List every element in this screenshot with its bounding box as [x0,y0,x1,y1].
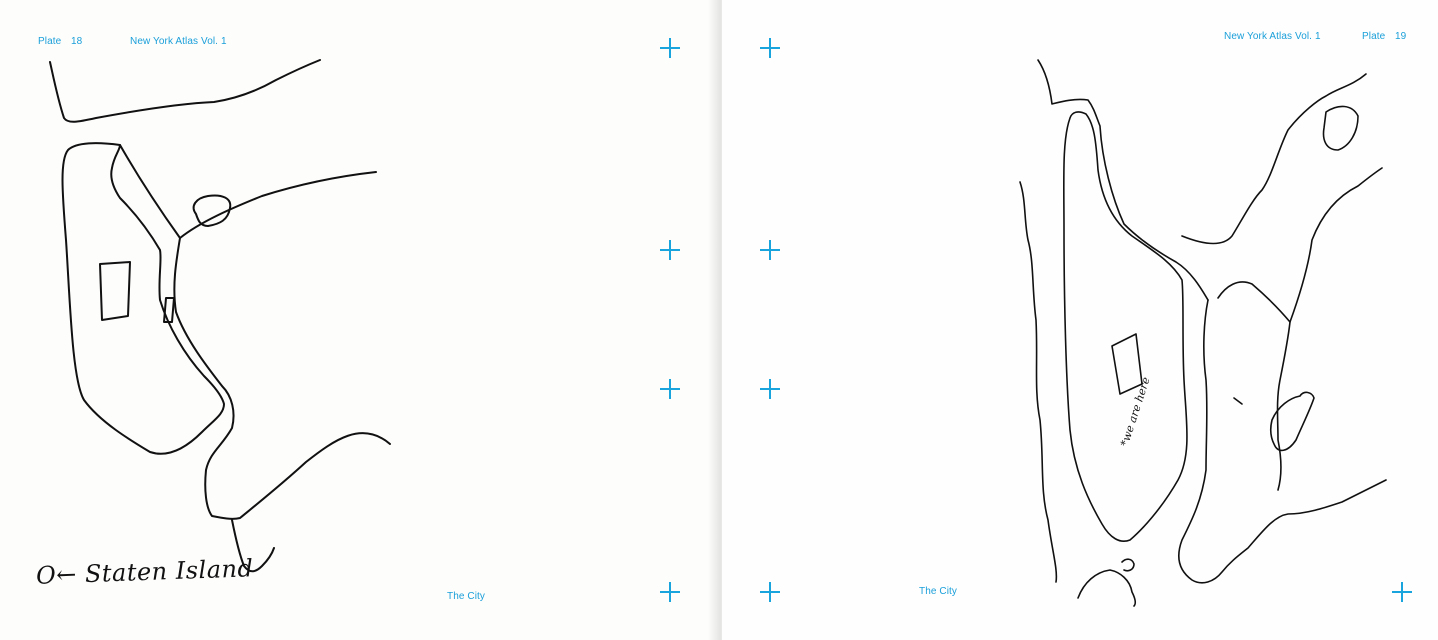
manhattan-sketch-right [1019,59,1387,607]
left-page: Plate 18 New York Atlas Vol. 1 The City [0,0,716,640]
manhattan-sketch-left [49,59,391,573]
right-page: New York Atlas Vol. 1 Plate 19 The City [722,0,1438,640]
atlas-spread: Plate 18 New York Atlas Vol. 1 The City [0,0,1438,640]
